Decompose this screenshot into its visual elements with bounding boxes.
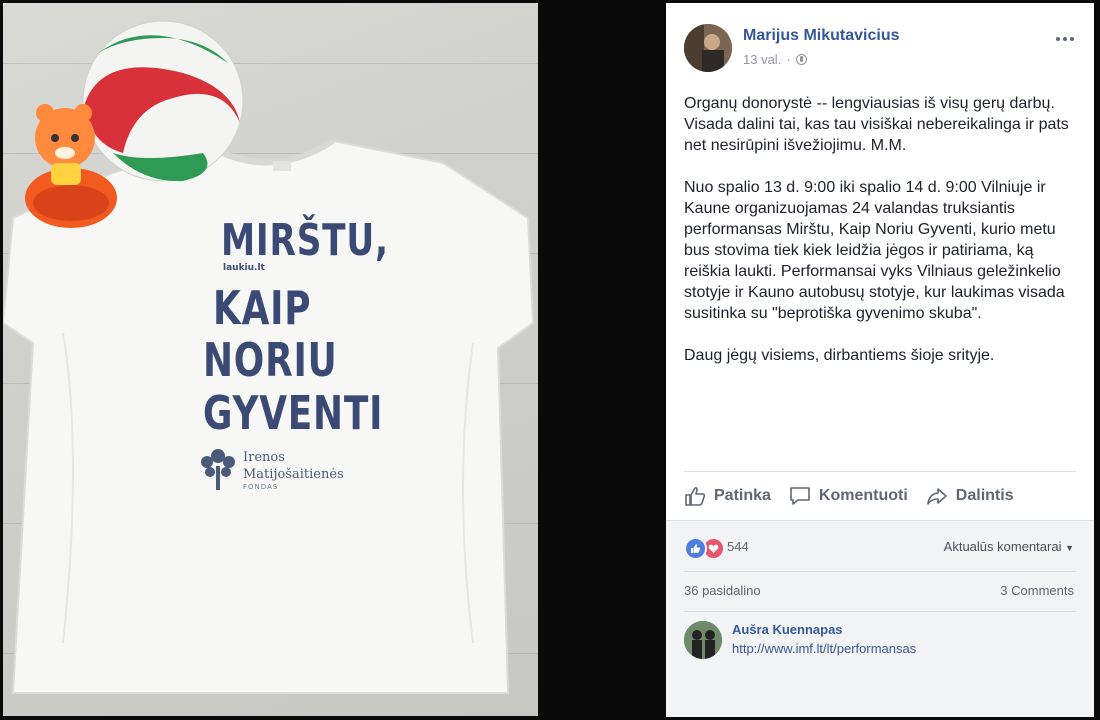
shirt-headline-2: KAIP [213, 281, 312, 335]
commenter-name[interactable]: Aušra Kuennapas [732, 622, 843, 637]
fund-name-line2: Matijošaitienės [243, 467, 344, 482]
post-paragraph: Nuo spalio 13 d. 9:00 iki spalio 14 d. 9… [684, 179, 1065, 322]
screenshot-frame: MIRŠTU, laukiu.lt KAIP NORIU GYVENTI Ire… [0, 0, 1100, 720]
shirt-url: laukiu.lt [223, 263, 265, 273]
post-time[interactable]: 13 val. [743, 52, 781, 67]
reaction-icons[interactable] [684, 537, 725, 560]
post-paragraph: Organų donorystė -- lengviausias iš visų… [684, 95, 1069, 154]
caret-down-icon: ▼ [1065, 543, 1074, 553]
share-arrow-icon [926, 488, 947, 505]
like-reaction-icon [684, 537, 707, 560]
globe-icon[interactable] [795, 54, 807, 65]
shirt-headline-4: GYVENTI [203, 386, 384, 440]
commenter-avatar-image [684, 621, 722, 659]
divider [684, 471, 1076, 472]
like-label: Patinka [714, 487, 771, 504]
shirt-headline-3: NORIU [203, 333, 338, 387]
more-options-icon[interactable] [1056, 37, 1074, 41]
fund-name: Irenos Matijošaitienės [243, 449, 344, 483]
reaction-count[interactable]: 544 [727, 539, 749, 554]
post-panel: Marijus Mikutavicius 13 val. · Organų do… [666, 3, 1094, 717]
fund-name-line1: Irenos [243, 450, 285, 465]
post-photo[interactable]: MIRŠTU, laukiu.lt KAIP NORIU GYVENTI Ire… [3, 3, 538, 716]
comment-sort-dropdown[interactable]: Aktualūs komentarai ▼ [944, 539, 1074, 554]
comment-button[interactable]: Komentuoti [789, 486, 908, 506]
comment-bubble-icon [790, 487, 810, 505]
comment-label: Komentuoti [818, 487, 908, 504]
meta-separator: · [786, 52, 791, 67]
post-paragraph: Daug jėgų visiems, dirbantiems šioje sri… [684, 347, 995, 364]
shirt-headline-1: MIRŠTU, [221, 215, 389, 266]
post-actions: Patinka Komentuoti Dalintis [684, 473, 1076, 519]
share-count[interactable]: 36 pasidalino [684, 583, 761, 598]
reactions-section: 544 Aktualūs komentarai ▼ 36 pasidalino … [666, 520, 1094, 717]
sort-label: Aktualūs komentarai [943, 539, 1062, 554]
share-label: Dalintis [955, 487, 1014, 504]
post-meta: 13 val. · [743, 52, 807, 67]
commenter-avatar[interactable] [684, 621, 722, 659]
fund-subtitle: FONDAS [243, 483, 279, 491]
comment-item: Aušra Kuennapas http://www.imf.lt/lt/per… [684, 621, 1079, 661]
thumbs-up-icon [685, 486, 706, 506]
divider [684, 571, 1076, 572]
comment-link[interactable]: http://www.imf.lt/lt/performansas [732, 641, 916, 656]
author-avatar[interactable] [684, 24, 732, 72]
post-body: Organų donorystė -- lengviausias iš visų… [684, 93, 1079, 387]
divider [684, 611, 1076, 612]
author-name[interactable]: Marijus Mikutavicius [743, 27, 900, 45]
like-button[interactable]: Patinka [684, 486, 771, 506]
avatar-image [684, 24, 732, 72]
tree-logo-icon [201, 449, 235, 490]
share-button[interactable]: Dalintis [926, 486, 1014, 506]
comments-count[interactable]: 3 Comments [1000, 583, 1074, 598]
